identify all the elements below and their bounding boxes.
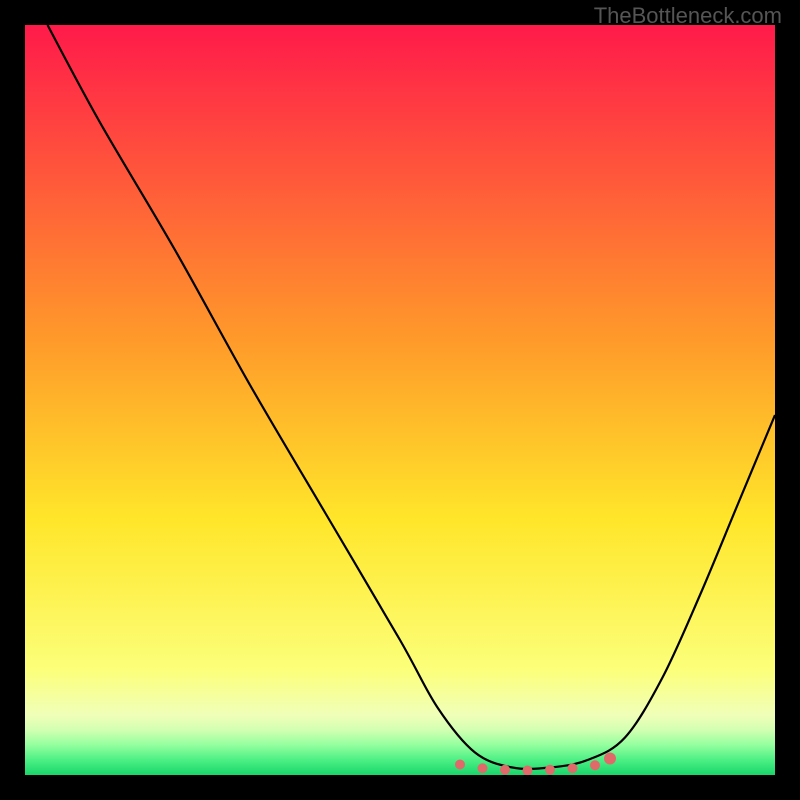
plot-area [25,25,775,775]
bottleneck-chart: TheBottleneck.com [0,0,800,800]
highlight-marker [590,760,600,770]
highlight-marker [604,753,616,765]
highlight-marker [500,765,510,775]
highlight-marker [545,765,555,775]
curve-layer [25,25,775,775]
highlight-marker [568,763,578,773]
highlight-marker [523,766,533,776]
highlight-marker [478,763,488,773]
highlight-marker [455,760,465,770]
bottleneck-curve-path [48,25,776,769]
